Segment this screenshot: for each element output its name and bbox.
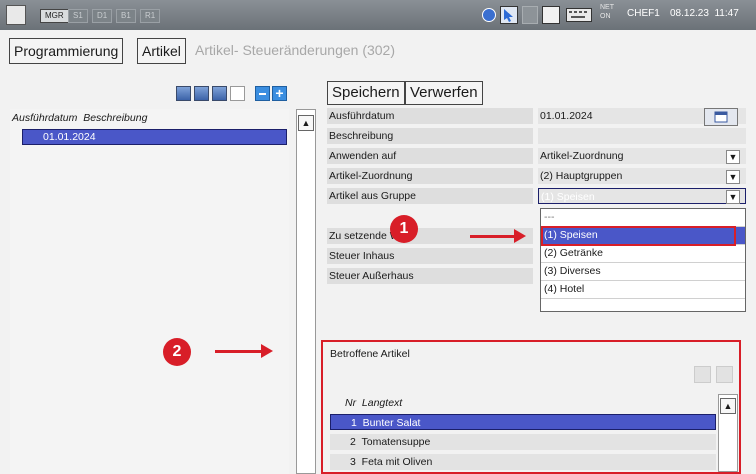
export-icon[interactable]: [194, 86, 209, 101]
affected-title: Betroffene Artikel: [330, 348, 410, 360]
blank-icon[interactable]: [542, 6, 560, 24]
menu-icon[interactable]: [6, 5, 26, 25]
new-document-icon[interactable]: [230, 86, 245, 101]
add-article-icon[interactable]: [716, 366, 733, 383]
crumb-programmierung[interactable]: Programmierung: [9, 38, 124, 64]
net-label: NET: [600, 4, 614, 11]
label-steuer-ausserhaus: Steuer Außerhaus: [327, 268, 533, 284]
annotation-badge-2: 2: [163, 338, 191, 366]
net-state: ON: [600, 13, 611, 20]
table-row[interactable]: 1 Bunter Salat: [330, 414, 716, 430]
label-anwenden-auf: Anwenden auf: [327, 148, 533, 164]
dropdown-option[interactable]: (4) Hotel: [541, 281, 745, 299]
list-icon[interactable]: [212, 86, 227, 101]
group-dropdown: --- (1) Speisen (2) Getränke (3) Diverse…: [540, 208, 746, 312]
scroll-up-button[interactable]: ▲: [720, 398, 736, 414]
annotation-arrow-2: [215, 350, 263, 353]
chevron-down-icon[interactable]: ▼: [726, 150, 740, 164]
list-header: Ausführdatum Beschreibung: [12, 112, 148, 124]
chip-mgr[interactable]: MGR: [40, 9, 69, 23]
save-button[interactable]: Speichern: [327, 81, 405, 105]
highlight-box-option: [541, 226, 736, 246]
table-row[interactable]: 3 Feta mit Oliven: [330, 454, 716, 470]
net-status: NET ON: [600, 3, 614, 21]
annotation-arrow-1: [470, 235, 516, 238]
group-select[interactable]: (1) Speisen: [538, 188, 746, 204]
scroll-up-button[interactable]: ▲: [298, 115, 314, 131]
remove-article-icon[interactable]: [694, 366, 711, 383]
chevron-down-icon[interactable]: ▼: [726, 170, 740, 184]
dropdown-option[interactable]: (2) Getränke: [541, 245, 745, 263]
chip-s1[interactable]: S1: [68, 9, 88, 23]
dropdown-option[interactable]: ---: [541, 209, 745, 227]
apply-to-select[interactable]: Artikel-Zuordnung: [538, 148, 746, 164]
window-icon[interactable]: [522, 6, 538, 24]
chevron-down-icon[interactable]: ▼: [726, 190, 740, 204]
keyboard-icon[interactable]: [566, 8, 592, 22]
label-artikel-zuordnung: Artikel-Zuordnung: [327, 168, 533, 184]
remove-icon[interactable]: [255, 86, 270, 101]
affected-scrollbar[interactable]: ▲: [718, 394, 738, 472]
globe-icon[interactable]: [482, 8, 496, 22]
arrow-head-icon: [514, 229, 526, 243]
list-item[interactable]: 01.01.2024: [22, 129, 287, 145]
import-icon[interactable]: [176, 86, 191, 101]
discard-button[interactable]: Verwerfen: [405, 81, 483, 105]
user-name: CHEF1: [627, 8, 660, 19]
assignment-select[interactable]: (2) Hauptgruppen: [538, 168, 746, 184]
crumb-artikel[interactable]: Artikel: [137, 38, 186, 64]
arrow-head-icon: [261, 344, 273, 358]
calendar-icon[interactable]: [704, 108, 738, 126]
datetime: 08.12.23 11:47: [670, 8, 739, 19]
left-scrollbar[interactable]: ▲: [296, 109, 316, 474]
annotation-badge-1: 1: [390, 215, 418, 243]
description-input[interactable]: [538, 128, 746, 144]
execution-list: Ausführdatum Beschreibung 01.01.2024: [10, 109, 289, 474]
pointer-icon[interactable]: [500, 6, 518, 24]
label-ausfuehrdatum: Ausführdatum: [327, 108, 533, 124]
label-steuer-inhaus: Steuer Inhaus: [327, 248, 533, 264]
chip-r1[interactable]: R1: [140, 9, 161, 23]
chip-d1[interactable]: D1: [92, 9, 113, 23]
affected-header: Nr Langtext: [345, 397, 403, 409]
top-bar: MGR S1 D1 B1 R1 NET ON CHEF1 08.12.23 11…: [0, 0, 756, 30]
label-beschreibung: Beschreibung: [327, 128, 533, 144]
chip-b1[interactable]: B1: [116, 9, 136, 23]
label-artikel-aus-gruppe: Artikel aus Gruppe: [327, 188, 533, 204]
page-title: Artikel- Steueränderungen (302): [195, 42, 396, 58]
dropdown-option[interactable]: (3) Diverses: [541, 263, 745, 281]
table-row[interactable]: 2 Tomatensuppe: [330, 434, 716, 450]
add-icon[interactable]: +: [272, 86, 287, 101]
